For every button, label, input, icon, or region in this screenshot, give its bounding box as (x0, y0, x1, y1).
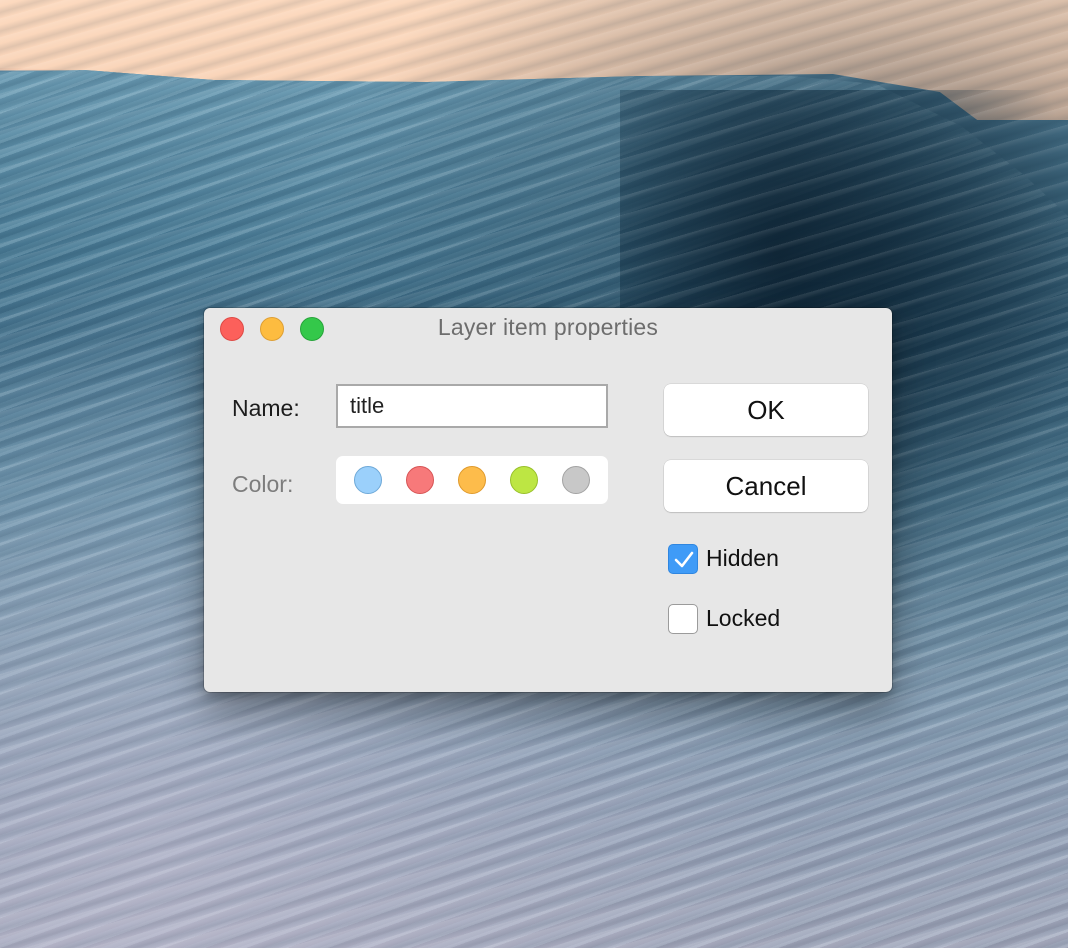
orange-swatch[interactable] (458, 466, 486, 494)
layer-properties-dialog: Layer item properties Name: Color: OK Ca… (204, 308, 892, 692)
window-title: Layer item properties (437, 314, 659, 340)
hidden-label[interactable]: Hidden (706, 545, 779, 572)
color-picker (336, 456, 608, 504)
locked-checkbox[interactable] (668, 604, 698, 634)
blue-swatch[interactable] (354, 466, 382, 494)
checkmark-icon (674, 551, 694, 568)
red-swatch[interactable] (406, 466, 434, 494)
title-bar[interactable]: Layer item properties (204, 308, 892, 348)
green-swatch[interactable] (510, 466, 538, 494)
cancel-button[interactable]: Cancel (664, 460, 868, 512)
name-field[interactable] (336, 384, 608, 428)
ok-button[interactable]: OK (664, 384, 868, 436)
locked-label[interactable]: Locked (706, 605, 780, 632)
hidden-checkbox[interactable] (668, 544, 698, 574)
gray-swatch[interactable] (562, 466, 590, 494)
name-label: Name: (232, 395, 300, 421)
color-label: Color: (232, 471, 294, 497)
